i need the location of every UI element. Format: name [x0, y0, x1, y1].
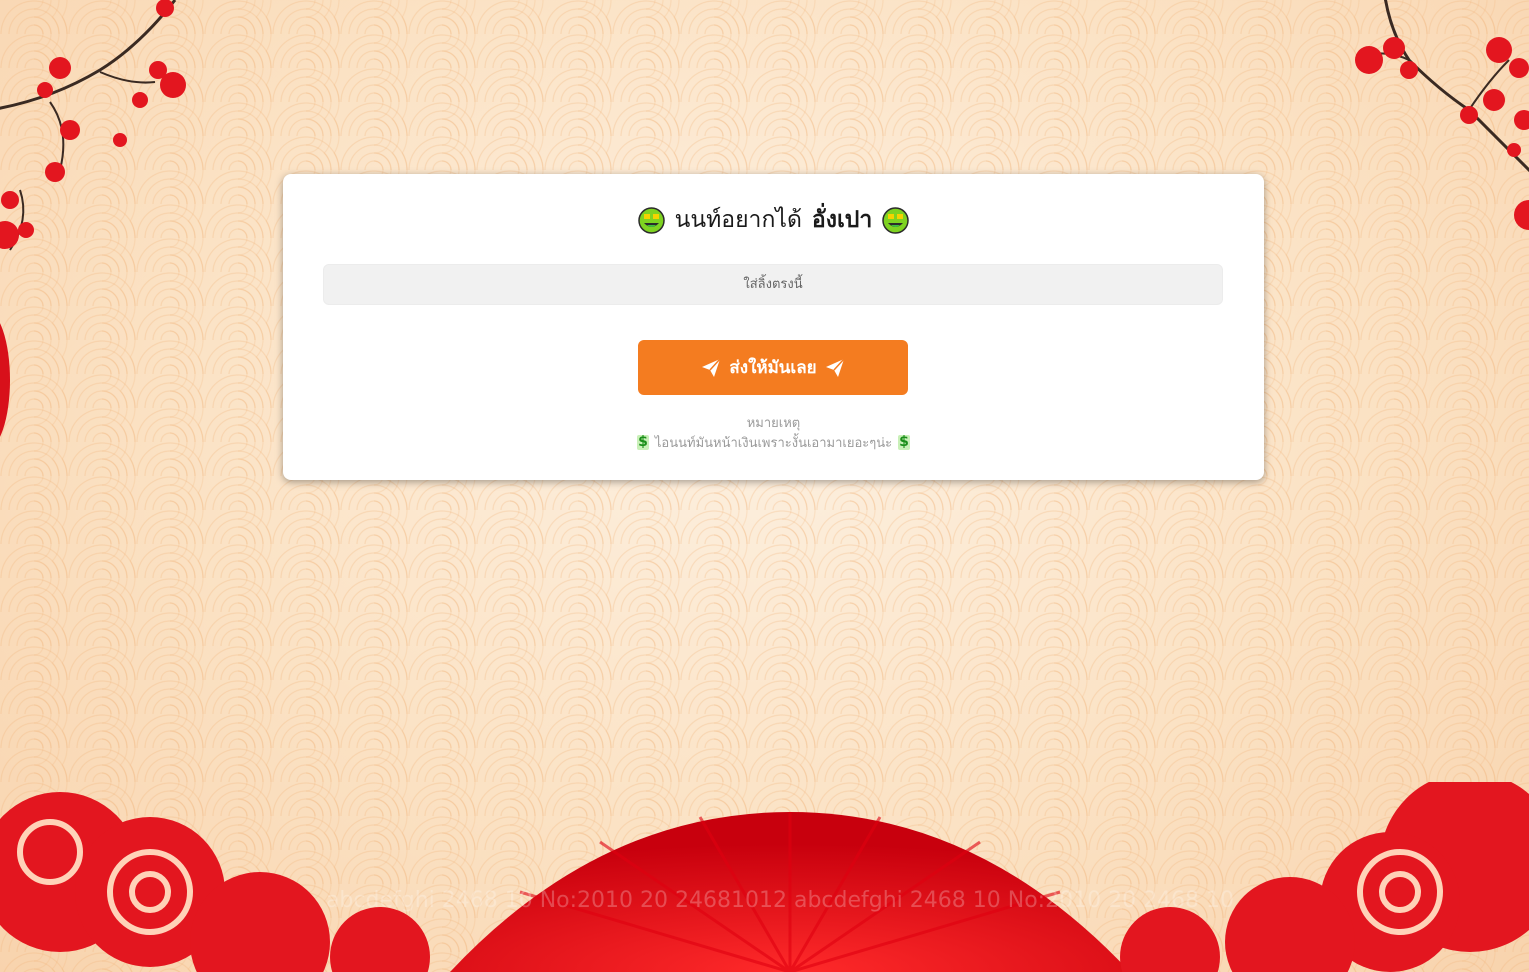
link-input[interactable] — [323, 264, 1223, 305]
red-lantern-right — [1521, 320, 1529, 520]
money-mouth-face-icon — [882, 206, 910, 234]
note-title: หมายเหตุ — [746, 416, 801, 431]
title-prefix: นนท์อยากได้ — [674, 207, 802, 233]
heavy-dollar-sign-icon: $ — [898, 434, 910, 450]
money-mouth-face-icon — [637, 206, 665, 234]
form-card: นนท์อยากได้ อั่งเปา ส่งให้มันเลย หมายเหต… — [283, 174, 1264, 480]
note-text-line: $ ไอนนท์มันหน้าเงินเพราะงั้นเอามาเยอะๆน่… — [283, 432, 1264, 453]
clouds-and-fan-decoration — [0, 782, 1529, 972]
send-button-label: ส่งให้มันเลย — [729, 358, 817, 378]
cherry-blossom-branch-left — [0, 0, 186, 251]
paper-plane-icon — [702, 357, 721, 377]
heavy-dollar-sign-icon: $ — [637, 434, 649, 450]
watermark-text: abcdefghi 2468 10 No:2010 20 24681012 ab… — [325, 888, 1235, 913]
paper-plane-icon — [825, 357, 845, 377]
red-lantern-left — [0, 323, 10, 437]
title-highlight: อั่งเปา — [811, 207, 873, 233]
page-title: นนท์อยากได้ อั่งเปา — [283, 202, 1264, 238]
note-text: ไอนนท์มันหน้าเงินเพราะงั้นเอามาเยอะๆน่ะ — [654, 436, 893, 451]
send-button[interactable]: ส่งให้มันเลย — [638, 340, 908, 395]
cherry-blossom-branch-right — [1355, 0, 1529, 230]
